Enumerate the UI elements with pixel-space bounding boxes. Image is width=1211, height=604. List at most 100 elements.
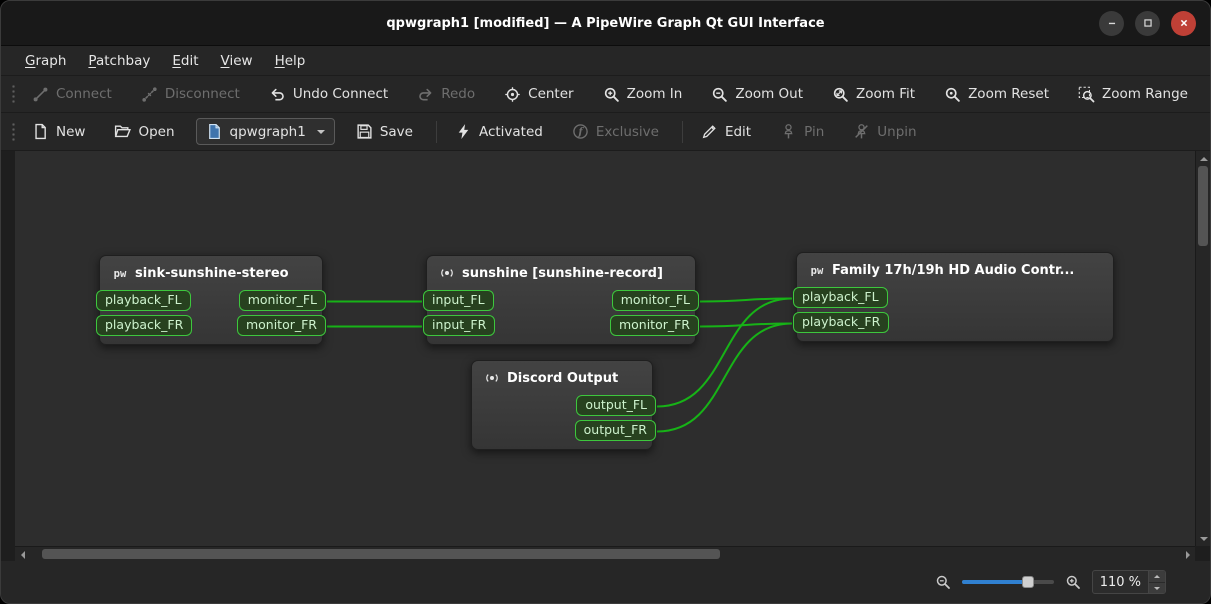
edit-button[interactable]: Edit (693, 118, 759, 145)
app-window: qpwgraph1 [modified] — A PipeWire Graph … (0, 0, 1211, 604)
spin-up-button[interactable] (1149, 571, 1165, 582)
svg-text:f: f (577, 126, 584, 138)
zoom-spinbox[interactable]: 110 % (1092, 570, 1166, 594)
port-out-monitor_FR[interactable]: monitor_FR (610, 315, 699, 336)
titlebar[interactable]: qpwgraph1 [modified] — A PipeWire Graph … (1, 1, 1210, 46)
node-sink-sunshine-stereo[interactable]: pwsink-sunshine-stereoplayback_FLmonitor… (99, 255, 323, 345)
window-title: qpwgraph1 [modified] — A PipeWire Graph … (386, 16, 824, 31)
scroll-up-arrow-icon[interactable] (1196, 151, 1211, 166)
menu-edit[interactable]: Edit (162, 49, 208, 73)
zoom-slider-handle[interactable] (1022, 576, 1034, 588)
toolbar-label: Pin (804, 124, 824, 140)
maximize-icon (1141, 16, 1155, 30)
toolbar-label: Zoom Reset (968, 86, 1049, 102)
pin-button[interactable]: Pin (772, 118, 832, 145)
v-scroll-handle[interactable] (1198, 166, 1208, 246)
node-header[interactable]: pwsink-sunshine-stereo (100, 256, 322, 290)
port-out-monitor_FL[interactable]: monitor_FL (612, 290, 699, 311)
port-out-monitor_FR[interactable]: monitor_FR (237, 315, 326, 336)
port-out-output_FR[interactable]: output_FR (575, 420, 656, 441)
pipewire-icon: pw (809, 262, 825, 278)
redo-icon (417, 86, 434, 103)
port-in-playback_FR[interactable]: playback_FR (793, 312, 889, 333)
toolbar-main-items: Connect Disconnect Undo Connect Redo Center Z… (24, 81, 1209, 108)
toolbar-label: Exclusive (596, 124, 659, 140)
disconnect-button[interactable]: Disconnect (133, 81, 248, 108)
save-button[interactable]: Save (348, 118, 421, 145)
toolbar-grip[interactable] (11, 122, 16, 142)
connections-layer (15, 151, 1195, 546)
toolbar-label: New (56, 124, 85, 140)
zoom-out-button[interactable]: Zoom Out (703, 81, 811, 108)
new-button[interactable]: New (24, 118, 93, 145)
connect-button[interactable]: Connect (24, 81, 120, 108)
statusbar: 110 % (1, 561, 1210, 603)
port-in-playback_FL[interactable]: playback_FL (96, 290, 191, 311)
port-in-input_FR[interactable]: input_FR (423, 315, 495, 336)
graph-canvas[interactable]: pwsink-sunshine-stereoplayback_FLmonitor… (15, 151, 1195, 546)
connect-icon (32, 86, 49, 103)
menu-graph[interactable]: Graph (15, 49, 76, 73)
node-header[interactable]: sunshine [sunshine-record] (427, 256, 695, 290)
undo-connect-button[interactable]: Undo Connect (261, 81, 396, 108)
node-title: Family 17h/19h HD Audio Contr... (832, 263, 1074, 278)
vertical-scrollbar[interactable] (1195, 151, 1210, 546)
spin-down-button[interactable] (1149, 582, 1165, 593)
port-in-playback_FL[interactable]: playback_FL (793, 287, 888, 308)
redo-button[interactable]: Redo (409, 81, 483, 108)
node-sunshine[interactable]: sunshine [sunshine-record]input_FLmonito… (426, 255, 696, 345)
exclusive-button[interactable]: f Exclusive (564, 118, 667, 145)
node-family-hd-audio[interactable]: pw Family 17h/19h HD Audio Contr... playba… (796, 252, 1114, 342)
open-button[interactable]: Open (106, 118, 182, 145)
zoom-in-small-icon[interactable] (1065, 574, 1081, 590)
scroll-left-arrow-icon[interactable] (15, 547, 30, 562)
center-button[interactable]: Center (496, 81, 581, 108)
port-in-input_FL[interactable]: input_FL (423, 290, 494, 311)
unpin-button[interactable]: Unpin (845, 118, 924, 145)
exclusive-icon: f (572, 123, 589, 140)
node-discord-output[interactable]: Discord Outputoutput_FL output_FR (471, 360, 653, 450)
toolbar-separator (436, 121, 437, 143)
zoom-reset-button[interactable]: Zoom Reset (936, 81, 1057, 108)
undo-icon (269, 86, 286, 103)
node-title: sunshine [sunshine-record] (462, 266, 663, 281)
close-button[interactable] (1171, 11, 1196, 36)
minimize-icon (1105, 16, 1119, 30)
port-out-output_FL[interactable]: output_FL (576, 395, 656, 416)
zoom-fit-button[interactable]: Zoom Fit (824, 81, 923, 108)
zoom-out-small-icon[interactable] (935, 574, 951, 590)
speaker-icon (484, 370, 500, 386)
toolbar-grip[interactable] (11, 84, 16, 104)
current-patchbay-combo[interactable]: qpwgraph1 (196, 118, 335, 145)
zoom-slider-track[interactable] (962, 580, 1054, 584)
toolbar-patchbay-items: New Open qpwgraph1 Save Activated f Exclusive E… (24, 118, 938, 145)
node-header[interactable]: Discord Output (472, 361, 652, 395)
zoom-range-icon (1078, 86, 1095, 103)
node-header[interactable]: pw Family 17h/19h HD Audio Contr... (797, 253, 1113, 287)
toolbar-patchbay: New Open qpwgraph1 Save Activated f Exclusive E… (1, 113, 1210, 151)
scroll-right-arrow-icon[interactable] (1180, 547, 1195, 562)
zoom-slider[interactable] (962, 574, 1054, 590)
port-out-monitor_FL[interactable]: monitor_FL (239, 290, 326, 311)
zoom-in-button[interactable]: Zoom In (595, 81, 691, 108)
minimize-button[interactable] (1099, 11, 1124, 36)
activated-button[interactable]: Activated (447, 118, 551, 145)
toolbar-label: Save (380, 124, 413, 140)
toolbar-label: Activated (479, 124, 543, 140)
maximize-button[interactable] (1135, 11, 1160, 36)
v-scroll-track[interactable] (1196, 166, 1210, 531)
menu-view[interactable]: View (211, 49, 263, 73)
menu-patchbay[interactable]: Patchbay (78, 49, 160, 73)
open-icon (114, 123, 131, 140)
zoom-fit-icon (832, 86, 849, 103)
zoom-value: 110 % (1093, 575, 1148, 590)
menu-help[interactable]: Help (265, 49, 316, 73)
toolbar-label: Redo (441, 86, 475, 102)
h-scroll-handle[interactable] (42, 549, 721, 559)
zoom-range-button[interactable]: Zoom Range (1070, 81, 1196, 108)
h-scroll-track[interactable] (30, 547, 1180, 561)
horizontal-scrollbar[interactable] (15, 546, 1195, 561)
toolbar-label: Zoom In (627, 86, 683, 102)
port-in-playback_FR[interactable]: playback_FR (96, 315, 192, 336)
scroll-down-arrow-icon[interactable] (1196, 531, 1211, 546)
